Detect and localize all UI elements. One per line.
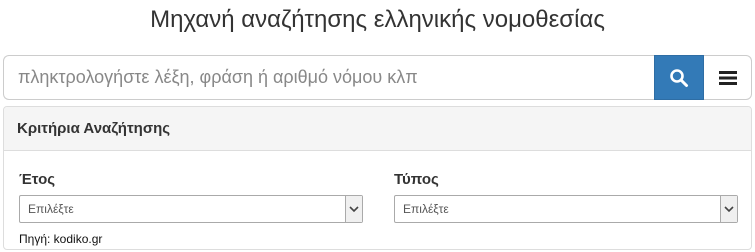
- hamburger-menu-icon: [718, 70, 737, 85]
- panel-heading: Κριτήρια Αναζήτησης: [4, 107, 751, 151]
- type-label: Τύπος: [394, 171, 439, 188]
- chevron-down-icon: [720, 196, 737, 222]
- year-select-value: Επιλέξτε: [28, 202, 74, 216]
- search-button[interactable]: [654, 55, 704, 100]
- year-label: Έτος: [19, 171, 56, 188]
- type-select[interactable]: Επιλέξτε: [394, 195, 738, 223]
- menu-button[interactable]: [704, 55, 752, 100]
- search-criteria-panel: Κριτήρια Αναζήτησης Έτος Επιλέξτε Τύπος …: [3, 106, 752, 250]
- chevron-down-icon: [345, 196, 362, 222]
- search-input[interactable]: [3, 55, 654, 100]
- year-select[interactable]: Επιλέξτε: [19, 195, 363, 223]
- source-credit: Πηγή: kodiko.gr: [19, 232, 103, 246]
- search-icon: [670, 68, 688, 87]
- type-select-value: Επιλέξτε: [403, 202, 449, 216]
- search-bar: [3, 55, 752, 100]
- page-title: Μηχανή αναζήτησης ελληνικής νομοθεσίας: [150, 6, 605, 33]
